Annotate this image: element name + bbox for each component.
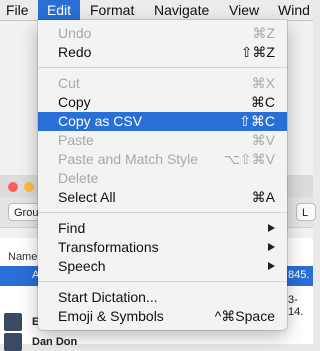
menu-item-paste[interactable]: Paste ⌘V xyxy=(38,131,287,150)
paste-label: Paste xyxy=(58,132,94,148)
menu-item-redo[interactable]: Redo ⇧⌘Z xyxy=(38,43,287,62)
copy-label: Copy xyxy=(58,94,91,110)
menu-item-select-all[interactable]: Select All ⌘A xyxy=(38,188,287,207)
delete-label: Delete xyxy=(58,170,99,186)
paste-match-style-label: Paste and Match Style xyxy=(58,151,199,167)
menu-item-undo[interactable]: Undo ⌘Z xyxy=(38,24,287,43)
menu-navigate[interactable]: Navigate xyxy=(154,0,209,20)
menu-item-emoji-symbols[interactable]: Emoji & Symbols ^⌘Space xyxy=(38,307,287,326)
avatar xyxy=(4,313,22,331)
menu-item-copy-as-csv[interactable]: Copy as CSV ⇧⌘C xyxy=(38,112,287,131)
redo-shortcut: ⇧⌘Z xyxy=(240,44,275,60)
row-value: 845. xyxy=(288,269,310,281)
menu-item-paste-match-style[interactable]: Paste and Match Style ⌥⇧⌘V xyxy=(38,150,287,169)
emoji-symbols-shortcut: ^⌘Space xyxy=(214,308,275,324)
menu-item-start-dictation[interactable]: Start Dictation... xyxy=(38,288,287,307)
select-all-label: Select All xyxy=(58,189,116,205)
submenu-arrow-icon xyxy=(268,262,275,270)
undo-shortcut: ⌘Z xyxy=(252,25,275,41)
row-name-4: Dan Don xyxy=(32,336,78,348)
group-button[interactable]: Grou xyxy=(8,203,40,221)
minimize-window-icon[interactable] xyxy=(24,182,34,192)
emoji-symbols-label: Emoji & Symbols xyxy=(58,308,164,324)
menu-separator xyxy=(38,67,287,68)
menu-item-find[interactable]: Find xyxy=(38,219,287,238)
menu-view[interactable]: View xyxy=(229,0,259,20)
close-window-icon[interactable] xyxy=(8,182,18,192)
start-dictation-label: Start Dictation... xyxy=(58,289,158,305)
menu-edit[interactable]: Edit xyxy=(38,0,80,20)
transformations-label: Transformations xyxy=(58,239,159,255)
submenu-arrow-icon xyxy=(268,243,275,251)
menu-separator xyxy=(38,212,287,213)
speech-label: Speech xyxy=(58,258,106,274)
menu-format[interactable]: Format xyxy=(90,0,134,20)
menu-bar: File Edit Format Navigate View Wind xyxy=(0,0,313,21)
paste-match-style-shortcut: ⌥⇧⌘V xyxy=(223,151,275,167)
menu-item-cut[interactable]: Cut ⌘X xyxy=(38,74,287,93)
cut-shortcut: ⌘X xyxy=(251,75,275,91)
find-label: Find xyxy=(58,220,86,236)
copy-shortcut: ⌘C xyxy=(250,94,275,110)
menu-file[interactable]: File xyxy=(6,0,29,20)
copy-as-csv-shortcut: ⇧⌘C xyxy=(239,113,275,129)
select-all-shortcut: ⌘A xyxy=(251,189,275,205)
edit-menu-dropdown: Undo ⌘Z Redo ⇧⌘Z Cut ⌘X Copy ⌘C Copy as … xyxy=(38,20,287,330)
cut-label: Cut xyxy=(58,75,80,91)
submenu-arrow-icon xyxy=(268,224,275,232)
undo-label: Undo xyxy=(58,25,92,41)
toolbar-right-button[interactable]: L xyxy=(296,203,316,221)
menu-window[interactable]: Wind xyxy=(278,0,310,20)
menu-item-speech[interactable]: Speech xyxy=(38,257,287,276)
menu-item-delete[interactable]: Delete xyxy=(38,169,287,188)
row-value-2: 3-14. xyxy=(288,294,304,318)
redo-label: Redo xyxy=(58,44,92,60)
paste-shortcut: ⌘V xyxy=(251,132,275,148)
avatar-2 xyxy=(4,333,22,351)
menu-separator xyxy=(38,281,287,282)
menu-item-transformations[interactable]: Transformations xyxy=(38,238,287,257)
copy-as-csv-label: Copy as CSV xyxy=(58,113,143,129)
menu-item-copy[interactable]: Copy ⌘C xyxy=(38,93,287,112)
name-column-header[interactable]: Name xyxy=(8,248,37,266)
